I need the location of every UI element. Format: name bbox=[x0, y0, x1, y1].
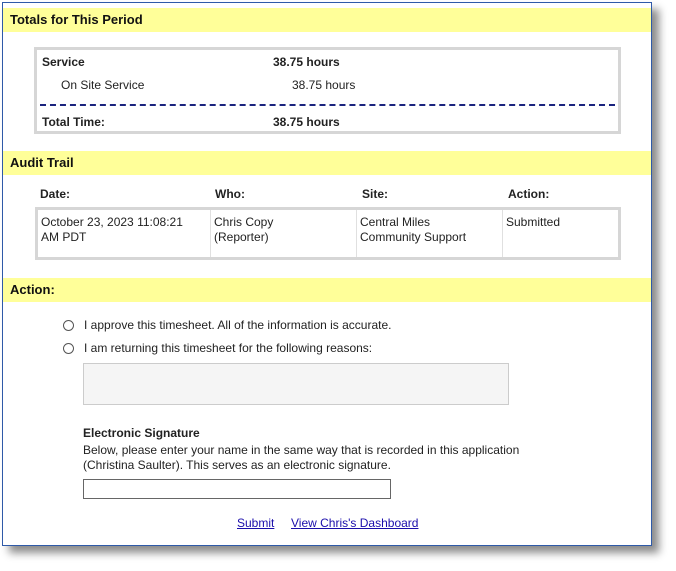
total-value: 38.75 hours bbox=[273, 115, 340, 129]
signature-input[interactable] bbox=[83, 479, 391, 499]
who-line1: Chris Copy bbox=[214, 215, 274, 229]
onsite-value: 38.75 hours bbox=[292, 78, 356, 92]
total-divider bbox=[40, 104, 615, 106]
date-line1: October 23, 2023 11:08:21 bbox=[41, 215, 183, 229]
table-cell-who: Chris Copy (Reporter) bbox=[210, 210, 356, 257]
col-site: Site: bbox=[362, 187, 389, 201]
submit-link[interactable]: Submit bbox=[237, 516, 274, 530]
return-label[interactable]: I am returning this timesheet for the fo… bbox=[84, 341, 372, 355]
audit-header: Audit Trail bbox=[3, 151, 651, 175]
site-line1: Central Miles bbox=[360, 215, 431, 229]
timesheet-panel: Totals for This Period Service 38.75 hou… bbox=[2, 2, 652, 546]
view-dashboard-link[interactable]: View Chris's Dashboard bbox=[291, 516, 418, 530]
col-action: Action: bbox=[508, 187, 550, 201]
action-header: Action: bbox=[3, 278, 651, 302]
totals-box: Service 38.75 hours On Site Service 38.7… bbox=[34, 47, 621, 134]
col-date: Date: bbox=[40, 187, 71, 201]
action-value: Submitted bbox=[506, 215, 561, 229]
service-value: 38.75 hours bbox=[273, 55, 340, 69]
table-cell-action: Submitted bbox=[502, 210, 618, 257]
total-label: Total Time: bbox=[42, 115, 105, 129]
approve-radio[interactable] bbox=[63, 320, 74, 331]
totals-header: Totals for This Period bbox=[3, 8, 651, 32]
return-reason-textarea[interactable] bbox=[83, 363, 509, 405]
return-radio[interactable] bbox=[63, 343, 74, 354]
signature-instructions-line1: Below, please enter your name in the sam… bbox=[83, 443, 520, 457]
table-cell-date: October 23, 2023 11:08:21 AM PDT bbox=[38, 210, 210, 257]
date-line2: AM PDT bbox=[41, 230, 87, 244]
approve-label[interactable]: I approve this timesheet. All of the inf… bbox=[84, 318, 392, 332]
who-line2: (Reporter) bbox=[214, 230, 269, 244]
signature-title: Electronic Signature bbox=[83, 426, 200, 440]
onsite-label: On Site Service bbox=[61, 78, 145, 92]
signature-instructions-line2: (Christina Saulter). This serves as an e… bbox=[83, 458, 391, 472]
audit-table: October 23, 2023 11:08:21 AM PDT Chris C… bbox=[35, 207, 621, 260]
service-label: Service bbox=[42, 55, 85, 69]
table-cell-site: Central Miles Community Support bbox=[356, 210, 502, 257]
site-line2: Community Support bbox=[360, 230, 467, 244]
col-who: Who: bbox=[215, 187, 245, 201]
